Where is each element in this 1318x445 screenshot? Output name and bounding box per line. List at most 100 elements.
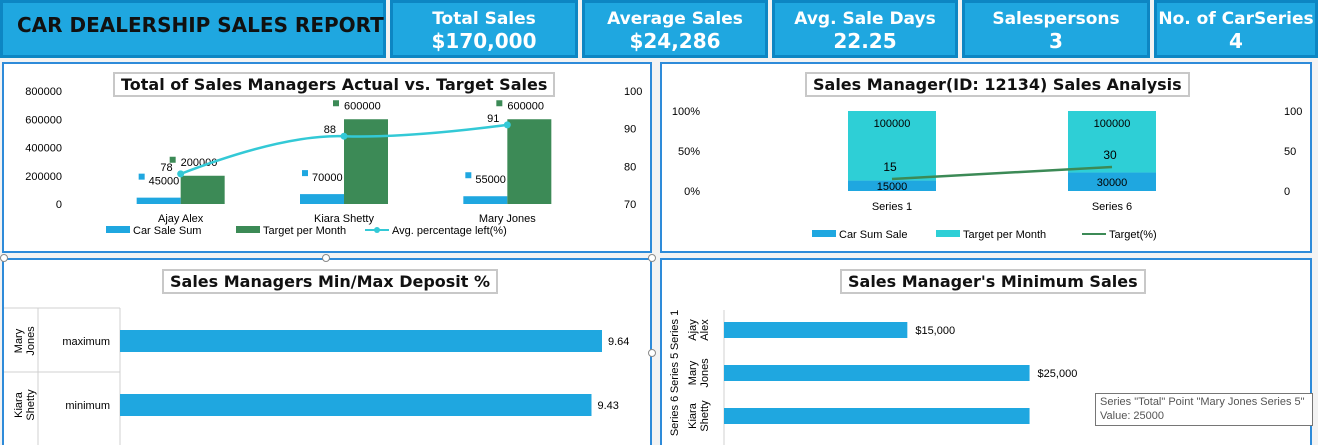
bar-deposit	[120, 394, 592, 416]
category-label-line: Shetty	[699, 400, 711, 432]
data-label: 91	[487, 113, 499, 125]
bar-minimum-sales	[724, 408, 1030, 424]
data-label: 100000	[1094, 118, 1131, 130]
chart-title: Sales Manager(ID: 12134) Sales Analysis	[805, 72, 1190, 97]
chart-actual-vs-target[interactable]: 800000 600000 400000 200000 0 100 90 80 70 45000 2…	[2, 62, 652, 253]
data-label-marker	[496, 100, 503, 107]
category-label-line: Ajay	[687, 319, 699, 341]
y2-tick-label: 80	[624, 161, 636, 173]
y-tick-label: maximum	[62, 336, 110, 348]
bar-car-sale-sum	[300, 194, 344, 204]
legend-swatch	[106, 226, 130, 233]
kpi-title: No. of CarSeries	[1158, 9, 1314, 29]
y-tick-label: 800000	[25, 86, 62, 98]
y-tick-label: 400000	[25, 143, 62, 155]
tooltip-line: Value: 25000	[1100, 410, 1165, 422]
data-label: 30000	[1097, 177, 1128, 189]
data-label: $25,000	[1038, 368, 1078, 380]
category-label: MaryJones	[687, 358, 711, 388]
category-label-line: Mary	[687, 360, 699, 385]
bar-minimum-sales	[724, 322, 908, 338]
legend-swatch	[936, 230, 960, 237]
data-label: 15000	[877, 181, 908, 193]
x-tick-label: Kiara Shetty	[314, 213, 374, 225]
y-tick-label: 200000	[25, 171, 62, 183]
tooltip-line: Series "Total" Point "Mary Jones Series …	[1100, 396, 1305, 408]
kpi-avg-sale-days[interactable]: Avg. Sale Days 22.25	[772, 0, 958, 58]
group-label-line: Shetty	[25, 389, 37, 421]
y-tick-label: 50%	[678, 146, 700, 158]
bar-target-per-month	[344, 119, 388, 204]
data-label: $15,000	[915, 325, 955, 337]
kpi-title: Salespersons	[992, 9, 1120, 29]
bar-deposit	[120, 330, 602, 352]
bar-car-sale-sum	[136, 197, 181, 204]
data-label-marker	[333, 100, 339, 107]
kpi-car-series[interactable]: No. of CarSeries 4	[1154, 0, 1318, 58]
data-label: 600000	[344, 100, 381, 112]
kpi-value: 22.25	[833, 29, 897, 53]
x-tick-label: Series 1	[872, 201, 912, 213]
kpi-value: $170,000	[431, 29, 537, 53]
data-label-marker	[138, 173, 145, 180]
report-title: CAR DEALERSHIP SALES REPORT	[17, 13, 384, 37]
y-tick-label: 100%	[672, 106, 700, 118]
y-tick-label: 0	[56, 199, 62, 211]
legend-swatch	[812, 230, 836, 237]
y-tick-label: 0%	[684, 186, 700, 198]
kpi-average-sales[interactable]: Average Sales $24,286	[582, 0, 768, 58]
line-point	[340, 132, 348, 140]
resize-handle[interactable]	[322, 254, 330, 262]
y-tick-label: minimum	[65, 400, 110, 412]
series-label: Series 1	[669, 310, 681, 350]
legend-label: Car Sum Sale	[839, 229, 907, 241]
y2-tick-label: 50	[1284, 146, 1296, 158]
line-point	[177, 170, 185, 178]
resize-handle[interactable]	[648, 349, 656, 357]
chart-tooltip: Series "Total" Point "Mary Jones Series …	[1095, 393, 1313, 426]
resize-handle[interactable]	[648, 254, 656, 262]
chart-manager-analysis[interactable]: 100% 50% 0% 100 50 0 15000 100000 Series 1 30000 1…	[660, 62, 1312, 253]
y2-tick-label: 0	[1284, 186, 1290, 198]
line-point	[503, 121, 511, 129]
data-label: 15	[883, 160, 897, 174]
legend-label: Target(%)	[1109, 229, 1157, 241]
kpi-total-sales[interactable]: Total Sales $170,000	[390, 0, 578, 58]
y2-tick-label: 100	[1284, 106, 1302, 118]
legend-swatch	[236, 226, 260, 233]
group-label: KiaraShetty	[13, 389, 37, 421]
y2-tick-label: 90	[624, 124, 636, 136]
kpi-title: Total Sales	[432, 9, 536, 29]
legend-swatch	[374, 227, 380, 233]
chart-title: Total of Sales Managers Actual vs. Targe…	[113, 72, 556, 97]
bar-target-per-month	[507, 119, 552, 204]
y2-tick-label: 100	[624, 86, 642, 98]
y2-tick-label: 70	[624, 199, 636, 211]
kpi-title: Average Sales	[607, 9, 743, 29]
legend-label: Avg. percentage left(%)	[392, 225, 507, 237]
group-label-line: Jones	[25, 326, 37, 356]
bar-target-per-month	[180, 175, 225, 204]
bar-minimum-sales	[724, 365, 1030, 381]
legend-label: Target per Month	[963, 229, 1046, 241]
legend-label: Car Sale Sum	[133, 225, 201, 237]
bar-car-sale-sum	[463, 196, 508, 204]
report-title-banner: CAR DEALERSHIP SALES REPORT	[0, 0, 386, 58]
legend-label: Target per Month	[263, 225, 346, 237]
data-label: 600000	[507, 100, 544, 112]
data-label: 78	[160, 162, 172, 174]
group-label-line: Kiara	[13, 391, 25, 418]
kpi-salespersons[interactable]: Salespersons 3	[962, 0, 1150, 58]
data-label: 70000	[312, 172, 343, 184]
data-label: 55000	[475, 174, 506, 186]
resize-handle[interactable]	[0, 254, 8, 262]
y-tick-label: 600000	[25, 114, 62, 126]
series-label: Series 5	[669, 353, 681, 393]
group-label: MaryJones	[13, 326, 37, 356]
chart-min-max-deposit[interactable]: 9.64 maximum MaryJones 9.43 minimum KiaraShet…	[2, 258, 652, 445]
chart-title: Sales Manager's Minimum Sales	[840, 269, 1146, 294]
x-tick-label: Mary Jones	[479, 213, 536, 225]
data-label-marker	[465, 172, 472, 179]
kpi-title: Avg. Sale Days	[794, 9, 936, 29]
data-label: 30	[1103, 148, 1117, 162]
